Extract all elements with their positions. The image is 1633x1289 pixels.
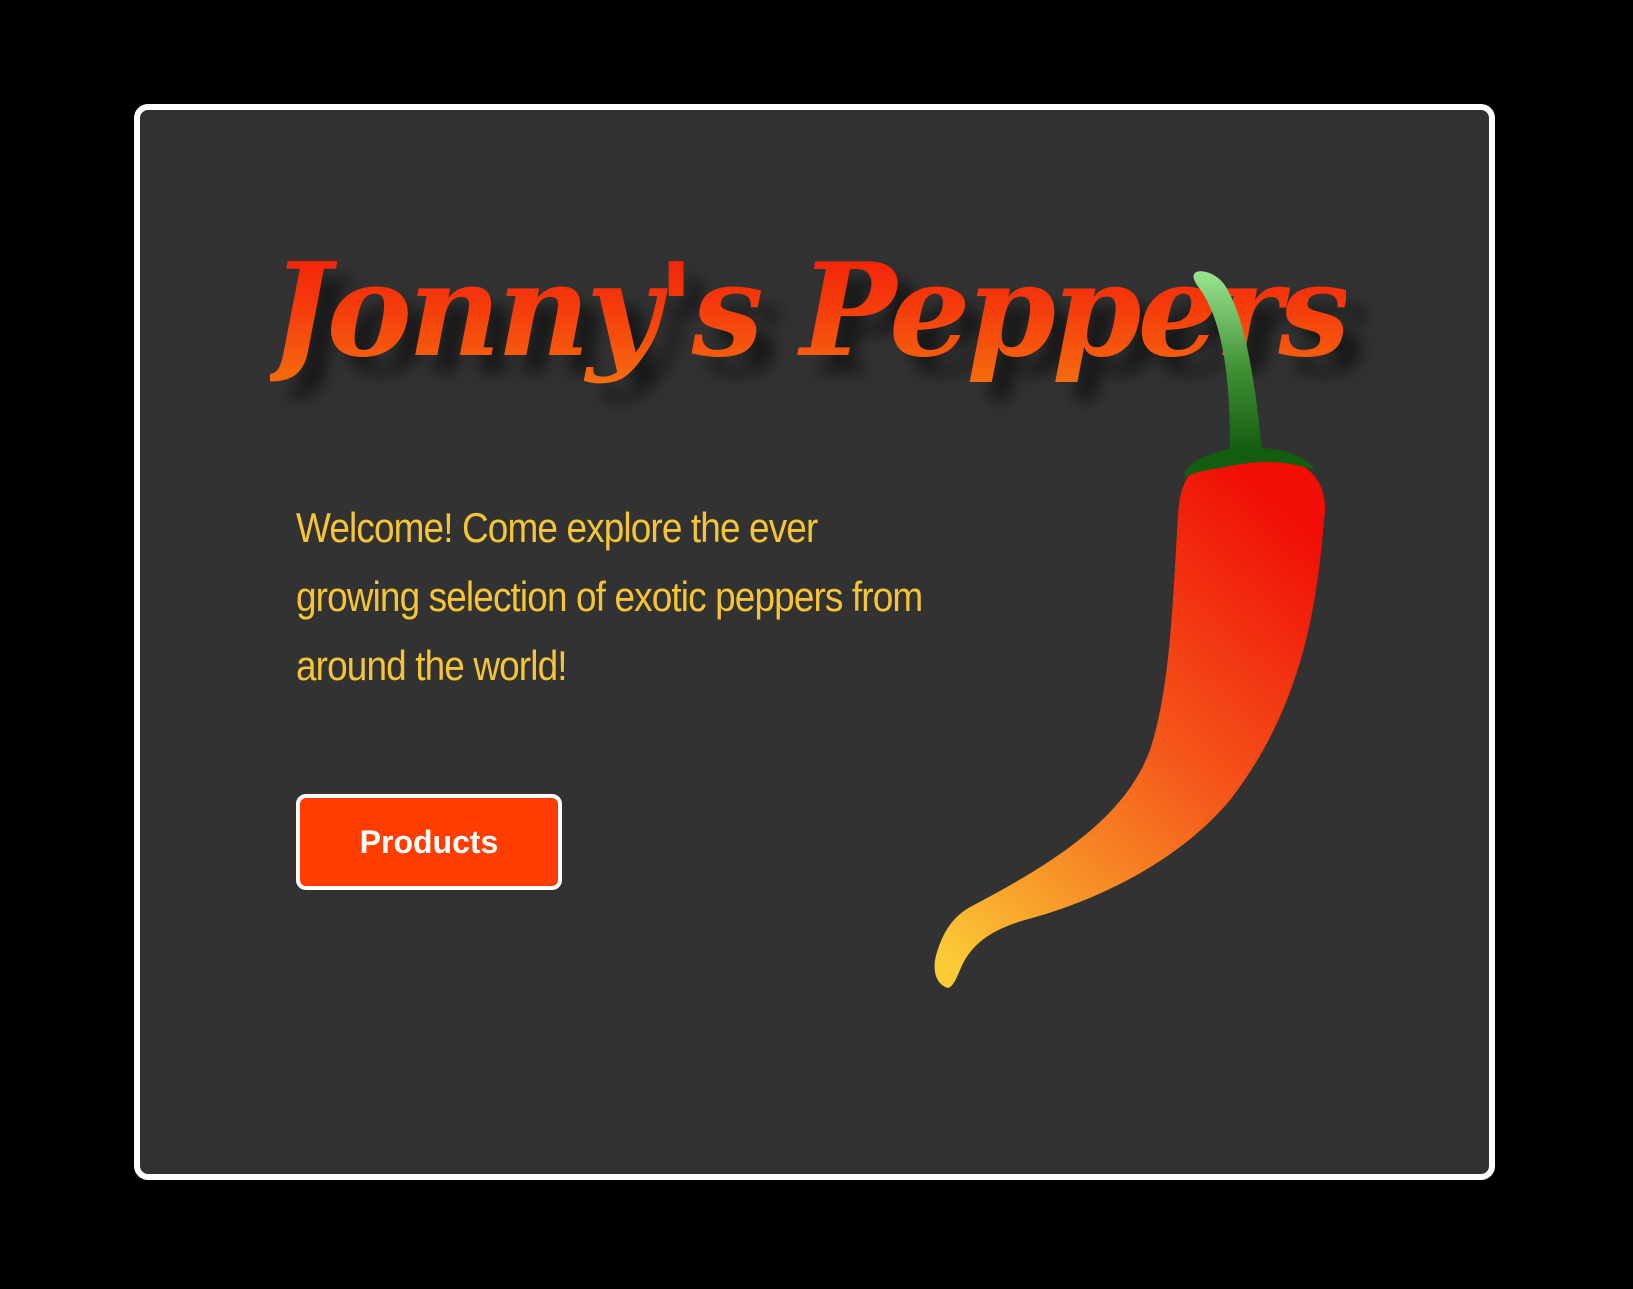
- welcome-text: Welcome! Come explore the ever growing s…: [296, 504, 923, 689]
- chili-pepper-icon: [934, 271, 1325, 988]
- hero-card: Jonny's Peppers Welcome! Come explore th…: [134, 104, 1495, 1180]
- products-button[interactable]: Products: [296, 794, 562, 890]
